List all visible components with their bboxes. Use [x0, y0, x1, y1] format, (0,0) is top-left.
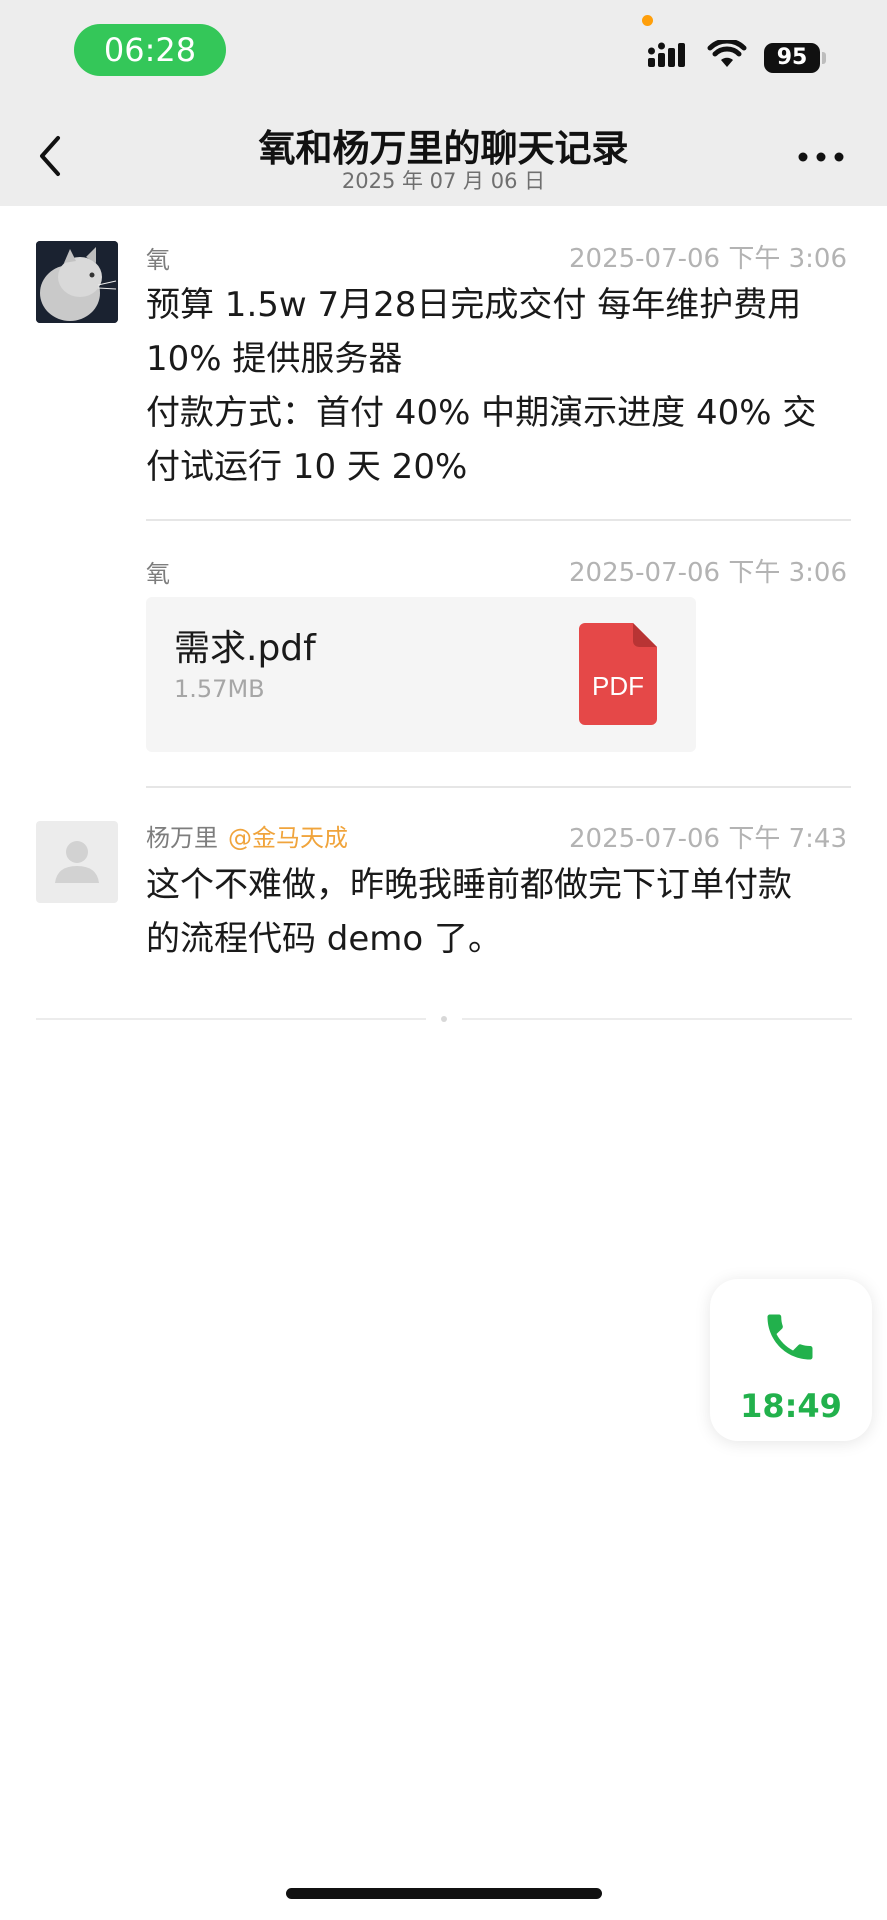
message-timestamp: 2025-07-06 下午 3:06 [568, 558, 847, 588]
file-size: 1.57MB [174, 675, 265, 703]
end-separator-dot [441, 1016, 447, 1022]
message-timestamp: 2025-07-06 下午 7:43 [568, 824, 847, 854]
pdf-badge-label: PDF [592, 671, 644, 701]
message-line: 预算 1.5w 7月28日完成交付 每年维护费用 [146, 285, 802, 325]
status-time[interactable]: 06:28 [74, 24, 226, 76]
cat-photo-icon [36, 241, 118, 323]
message-line: 这个不难做，昨晚我睡前都做完下订单付款 [146, 865, 792, 905]
ongoing-call-widget[interactable]: 18:49 [710, 1279, 872, 1441]
message-line: 的流程代码 demo 了。 [146, 919, 503, 959]
message-timestamp: 2025-07-06 下午 3:06 [568, 244, 847, 274]
signal-icon [648, 42, 685, 67]
top-bar: 06:28 95 氧和杨万里的聊天记录 2025 年 07 月 06 日 [0, 0, 887, 206]
sender-name: 氧 [146, 560, 170, 588]
message-line: 付款方式：首付 40% 中期演示进度 40% 交 [146, 393, 817, 433]
phone-icon [767, 1314, 813, 1360]
home-indicator[interactable] [286, 1888, 602, 1899]
battery-icon: 95 [764, 43, 820, 73]
battery-cap [822, 52, 826, 64]
call-duration: 18:49 [740, 1387, 842, 1425]
end-separator-left [36, 1018, 426, 1020]
wifi-icon [707, 40, 747, 67]
mention-tag[interactable]: @金马天成 [228, 824, 348, 852]
person-silhouette-icon [55, 841, 99, 883]
message-text[interactable]: 预算 1.5w 7月28日完成交付 每年维护费用 10% 提供服务器 付款方式：… [146, 278, 846, 494]
pdf-file-icon: PDF [579, 623, 657, 725]
message-divider [146, 519, 851, 521]
page-subtitle-date: 2025 年 07 月 06 日 [341, 169, 546, 193]
sender-line: 杨万里 @金马天成 [146, 818, 348, 853]
avatar-cat[interactable] [36, 241, 118, 323]
message-text[interactable]: 这个不难做，昨晚我睡前都做完下订单付款 的流程代码 demo 了。 [146, 858, 846, 966]
message-line: 付试运行 10 天 20% [146, 447, 468, 487]
file-attachment-card[interactable]: 需求.pdf 1.57MB PDF [146, 597, 696, 752]
file-name: 需求.pdf [174, 628, 316, 669]
message-divider [146, 786, 851, 788]
more-icon[interactable] [796, 150, 846, 164]
sender-name: 杨万里 [146, 824, 218, 852]
message-line: 10% 提供服务器 [146, 339, 403, 379]
sender-name: 氧 [146, 246, 170, 274]
default-avatar-icon[interactable] [36, 821, 118, 903]
page-title: 氧和杨万里的聊天记录 [258, 127, 629, 170]
privacy-indicator-dot [642, 15, 653, 26]
end-separator-right [462, 1018, 852, 1020]
